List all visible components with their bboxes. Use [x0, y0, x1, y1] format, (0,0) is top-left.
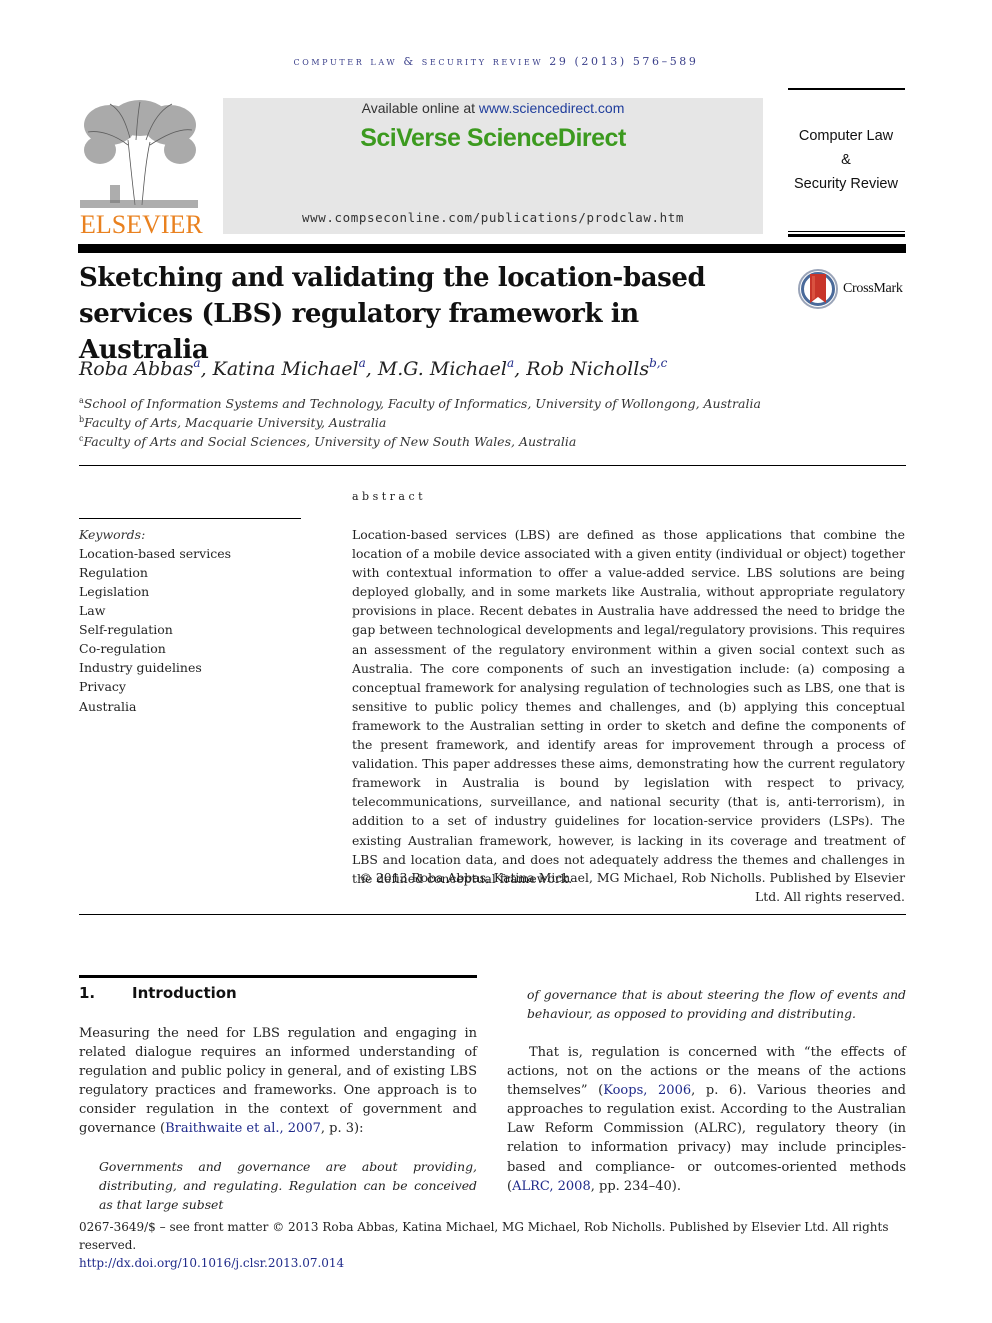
keyword-item: Location-based services	[79, 546, 232, 561]
intro-paragraph-2: That is, regulation is concerned with “t…	[507, 1043, 906, 1196]
keyword-item: Industry guidelines	[79, 660, 202, 675]
abstract-bottom-rule	[79, 914, 906, 915]
citation-link[interactable]: Braithwaite et al., 2007	[165, 1121, 321, 1136]
crossmark-icon[interactable]	[797, 268, 841, 310]
author-name: Katina Michael	[212, 358, 359, 380]
author-affiliation-marker[interactable]: b,c	[649, 356, 667, 370]
doi-link[interactable]: http://dx.doi.org/10.1016/j.clsr.2013.07…	[79, 1254, 909, 1272]
crossmark-label[interactable]: CrossMark	[843, 281, 903, 297]
paragraph-text: Measuring the need for LBS regulation an…	[79, 1026, 477, 1137]
keyword-item: Australia	[79, 699, 137, 714]
affiliation-b: bFaculty of Arts, Macquarie University, …	[79, 415, 386, 430]
keyword-item: Privacy	[79, 679, 126, 694]
journal-title-line: Security Review	[794, 176, 898, 192]
journal-title-line: &	[841, 152, 851, 168]
keyword-item: Regulation	[79, 565, 148, 580]
abstract-copyright: © 2013 Roba Abbas, Katina Michael, MG Mi…	[359, 870, 905, 905]
affiliation-text: Faculty of Arts, Macquarie University, A…	[84, 415, 387, 430]
author-name: M.G. Michael	[377, 358, 507, 380]
block-quote-part-1: Governments and governance are about pro…	[99, 1159, 477, 1213]
keyword-item: Law	[79, 603, 106, 618]
paragraph-text: , pp. 234–40).	[590, 1178, 681, 1194]
header-divider	[78, 244, 906, 253]
affiliations-divider	[79, 465, 906, 466]
affiliation-a: aSchool of Information Systems and Techn…	[79, 396, 761, 411]
available-online: Available online at www.sciencedirect.co…	[223, 100, 763, 116]
citation-link[interactable]: ALRC, 2008	[512, 1179, 591, 1194]
section-title: Introduction	[132, 984, 237, 1002]
author-name: Rob Nicholls	[526, 358, 650, 380]
keyword-item: Self-regulation	[79, 622, 173, 637]
citation-link[interactable]: Koops, 2006	[603, 1083, 691, 1098]
author-name: Roba Abbas	[79, 358, 194, 380]
author-affiliation-marker[interactable]: a	[193, 356, 200, 370]
available-online-label: Available online at	[361, 100, 479, 116]
affiliation-text: Faculty of Arts and Social Sciences, Uni…	[83, 434, 577, 449]
journal-homepage-link[interactable]: www.compseconline.com/publications/prodc…	[223, 210, 763, 225]
sciverse-sciencedirect-logo: SciVerse ScienceDirect	[360, 124, 626, 152]
paragraph-text: , p. 6). Various theories and approaches…	[507, 1083, 906, 1194]
elsevier-tree-icon	[80, 100, 198, 208]
paragraph-text: , p. 3):	[320, 1121, 364, 1137]
block-quote-part-2: of governance that is about steering the…	[527, 987, 906, 1022]
running-header: computer law & security review 29 (2013)…	[293, 55, 699, 68]
keyword-item: Co-regulation	[79, 641, 166, 656]
front-matter-notice: 0267-3649/$ – see front matter © 2013 Ro…	[79, 1220, 889, 1252]
article-title: Sketching and validating the location-ba…	[79, 260, 769, 368]
journal-title-bottom-rule	[788, 231, 905, 232]
author-list: Roba Abbasa, Katina Michaela, M.G. Micha…	[79, 356, 668, 380]
keyword-item: Legislation	[79, 584, 150, 599]
affiliation-text: School of Information Systems and Techno…	[83, 396, 761, 411]
section-number: 1.	[79, 984, 96, 1002]
journal-title-bottom-rule-thick	[788, 234, 905, 237]
abstract-body: Location-based services (LBS) are define…	[352, 527, 905, 886]
journal-title-line: Computer Law	[798, 128, 894, 144]
keywords-top-rule	[79, 518, 301, 519]
abstract-heading: abstract	[352, 490, 427, 503]
section-top-rule	[79, 975, 477, 978]
journal-title: Computer Law & Security Review	[780, 124, 912, 196]
page-footer: 0267-3649/$ – see front matter © 2013 Ro…	[79, 1218, 909, 1272]
journal-title-top-rule	[788, 88, 905, 90]
sciencedirect-link[interactable]: www.sciencedirect.com	[479, 100, 625, 116]
intro-paragraph-1: Measuring the need for LBS regulation an…	[79, 1024, 477, 1139]
author-affiliation-marker[interactable]: a	[507, 356, 514, 370]
author-affiliation-marker[interactable]: a	[359, 356, 366, 370]
elsevier-wordmark: ELSEVIER	[80, 210, 203, 239]
keywords-heading: Keywords:	[79, 527, 146, 542]
article-title-line: Sketching and validating the location-ba…	[79, 263, 706, 293]
affiliation-c: cFaculty of Arts and Social Sciences, Un…	[79, 434, 576, 449]
